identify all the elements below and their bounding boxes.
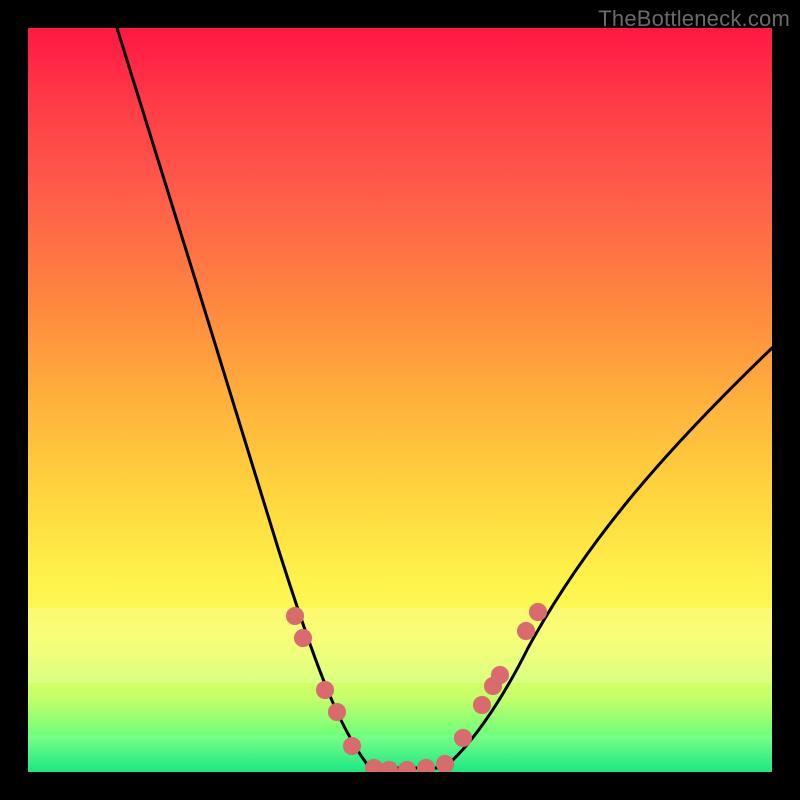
- scatter-dot: [454, 729, 472, 747]
- scatter-dot: [380, 761, 398, 772]
- haze-band-upper: [28, 608, 772, 683]
- scatter-dot: [529, 603, 547, 621]
- scatter-dot: [517, 622, 535, 640]
- scatter-dot: [473, 696, 491, 714]
- scatter-dot: [316, 681, 334, 699]
- scatter-dot: [491, 666, 509, 684]
- scatter-dot: [328, 703, 346, 721]
- scatter-dot: [398, 761, 416, 772]
- scatter-dot: [417, 759, 435, 772]
- scatter-dot: [343, 737, 361, 755]
- scatter-dot: [294, 629, 312, 647]
- scatter-dot: [286, 607, 304, 625]
- chart-frame: TheBottleneck.com: [0, 0, 800, 800]
- plot-area: [28, 28, 772, 772]
- scatter-dot: [436, 755, 454, 772]
